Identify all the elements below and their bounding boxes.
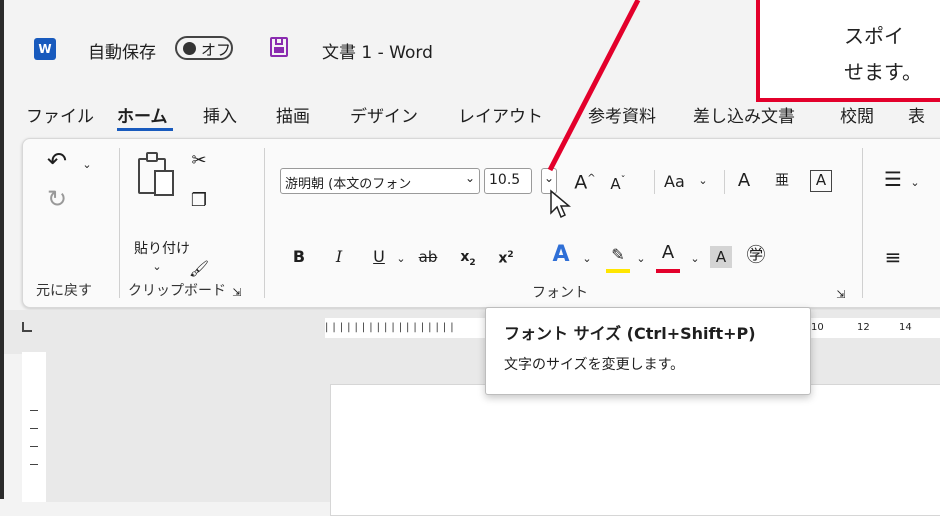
autosave-state: オフ — [201, 41, 232, 59]
group-separator — [119, 148, 120, 298]
clipboard-group-label: クリップボード — [128, 283, 226, 299]
ruler-number: 14 — [899, 322, 912, 333]
align-left-icon[interactable]: ≡ — [882, 246, 904, 268]
tab-review[interactable]: 校閲 — [840, 102, 874, 127]
clear-formatting-icon[interactable]: A — [732, 170, 756, 192]
divider — [654, 170, 655, 194]
mouse-cursor-icon — [550, 189, 571, 219]
paste-label[interactable]: 貼り付け — [134, 238, 190, 258]
font-name-combobox[interactable]: 游明朝 (本文のフォン ⌄ — [280, 168, 480, 194]
chevron-down-icon[interactable]: ⌄ — [394, 248, 408, 270]
format-painter-icon[interactable]: 🖌 — [188, 258, 210, 280]
chevron-down-icon[interactable]: ⌄ — [688, 248, 702, 270]
ruler-number: 12 — [857, 322, 870, 333]
font-size-value: 10.5 — [489, 172, 521, 188]
font-color-icon[interactable]: A — [656, 242, 680, 264]
highlight-icon[interactable]: ✎ — [606, 244, 630, 266]
tab-view[interactable]: 表 — [908, 102, 925, 127]
bold-icon[interactable]: B — [290, 246, 308, 268]
word-window: W 自動保存 オフ 文書 1 - Word ファイル ホーム 挿入 描画 デザイ… — [0, 0, 940, 516]
bullets-icon[interactable]: ☰ — [882, 168, 904, 190]
callout-line-2: せます。 — [844, 60, 922, 84]
toggle-knob — [183, 42, 196, 55]
font-size-combobox[interactable]: 10.5 — [484, 168, 532, 194]
font-color-bar — [656, 269, 680, 273]
font-group-label: フォント — [532, 285, 588, 301]
copy-icon[interactable]: ❐ — [188, 190, 210, 212]
chevron-down-icon[interactable]: ⌄ — [634, 248, 648, 270]
redo-icon[interactable]: ↻ — [44, 187, 70, 211]
active-tab-indicator — [117, 128, 173, 131]
chevron-down-icon[interactable]: ⌄ — [908, 172, 922, 194]
text-effects-icon[interactable]: A — [548, 244, 574, 266]
paste-dropdown-icon[interactable]: ⌄ — [150, 256, 164, 278]
chevron-down-icon[interactable]: ⌄ — [580, 248, 594, 270]
autosave-toggle[interactable]: オフ — [175, 36, 233, 60]
font-name-value: 游明朝 (本文のフォン — [285, 177, 412, 192]
tab-draw[interactable]: 描画 — [276, 102, 310, 127]
tab-insert[interactable]: 挿入 — [203, 102, 237, 127]
cut-icon[interactable]: ✂ — [188, 150, 210, 172]
tooltip-title: フォント サイズ (Ctrl+Shift+P) — [504, 324, 756, 343]
paste-icon[interactable] — [136, 152, 176, 198]
save-icon[interactable] — [270, 37, 288, 57]
chevron-down-icon[interactable]: ⌄ — [696, 170, 710, 192]
character-border-icon[interactable]: A — [810, 170, 832, 192]
tab-layout[interactable]: レイアウト — [458, 102, 543, 127]
font-launcher-icon[interactable]: ⇲ — [834, 284, 848, 306]
change-case-button[interactable]: Aa — [664, 172, 685, 191]
highlight-color-bar — [606, 269, 630, 273]
tab-file[interactable]: ファイル — [26, 102, 94, 127]
enclose-characters-icon[interactable]: ㊫ — [744, 244, 768, 266]
undo-dropdown-icon[interactable]: ⌄ — [80, 154, 94, 176]
subscript-icon[interactable]: x2 — [456, 246, 480, 274]
callout-line-1: スポイ — [844, 24, 904, 48]
divider — [724, 170, 725, 194]
underline-icon[interactable]: U — [370, 246, 388, 268]
group-separator — [862, 148, 863, 298]
annotation-arrow — [547, 0, 641, 172]
undo-group-label: 元に戻す — [36, 283, 92, 299]
font-size-tooltip: フォント サイズ (Ctrl+Shift+P) 文字のサイズを変更します。 — [485, 307, 811, 395]
word-icon[interactable]: W — [34, 38, 56, 60]
strikethrough-icon[interactable]: ab — [416, 246, 440, 268]
ruler-ticks: |||||||||||||||||| — [325, 322, 458, 333]
group-separator — [264, 148, 265, 298]
ruler-number: 10 — [811, 322, 824, 333]
tab-design[interactable]: デザイン — [350, 102, 418, 127]
undo-icon[interactable]: ↶ — [44, 149, 70, 173]
character-shading-icon[interactable]: A — [710, 246, 732, 268]
chevron-down-icon: ⌄ — [464, 171, 475, 185]
autosave-label: 自動保存 — [88, 43, 156, 63]
tab-selector-icon[interactable] — [22, 322, 32, 332]
document-title: 文書 1 - Word — [322, 43, 433, 63]
tab-home[interactable]: ホーム — [117, 102, 168, 127]
superscript-icon[interactable]: x2 — [494, 244, 518, 270]
italic-icon[interactable]: I — [330, 246, 348, 268]
tooltip-description: 文字のサイズを変更します。 — [504, 357, 685, 373]
vertical-ruler[interactable] — [22, 352, 46, 502]
window-edge — [0, 0, 4, 499]
document-page[interactable] — [330, 384, 940, 516]
phonetic-guide-icon[interactable]: 亜 — [772, 170, 792, 192]
annotation-callout: スポイ せます。 — [756, 0, 940, 102]
clipboard-launcher-icon[interactable]: ⇲ — [230, 282, 244, 304]
tab-mailings[interactable]: 差し込み文書 — [693, 102, 795, 127]
